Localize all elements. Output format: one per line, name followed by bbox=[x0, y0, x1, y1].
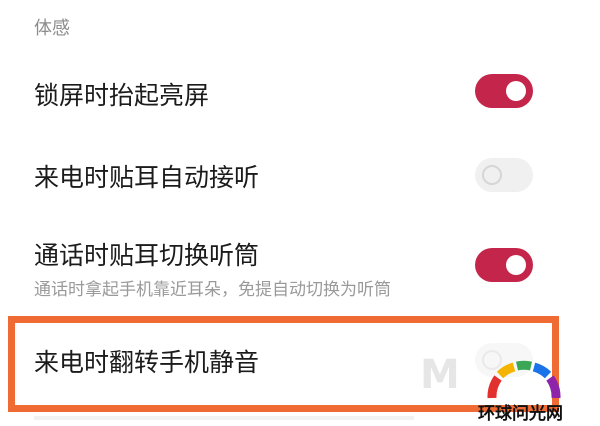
auto-answer-toggle[interactable] bbox=[475, 158, 533, 192]
toggle-knob bbox=[506, 255, 526, 275]
setting-subtitle: 通话时拿起手机靠近耳朵，免提自动切换为听筒 bbox=[34, 280, 391, 300]
watermark-site-name: 环球问光网 bbox=[478, 404, 563, 424]
setting-row-auto-answer[interactable]: 来电时贴耳自动接听 bbox=[0, 142, 600, 212]
toggle-knob bbox=[506, 81, 526, 101]
setting-title: 来电时贴耳自动接听 bbox=[34, 163, 260, 192]
setting-title: 锁屏时抬起亮屏 bbox=[34, 81, 210, 110]
switch-earpiece-toggle[interactable] bbox=[475, 248, 533, 282]
setting-row-raise-to-wake[interactable]: 锁屏时抬起亮屏 bbox=[0, 60, 600, 130]
watermark-letter: M bbox=[420, 352, 460, 398]
setting-title: 通话时贴耳切换听筒 bbox=[34, 241, 260, 270]
toggle-knob bbox=[482, 165, 502, 185]
watermark-logo-icon bbox=[487, 360, 561, 399]
setting-title: 来电时翻转手机静音 bbox=[34, 348, 260, 377]
divider bbox=[34, 416, 414, 420]
section-header: 体感 bbox=[34, 18, 70, 39]
setting-row-switch-earpiece[interactable]: 通话时贴耳切换听筒 通话时拿起手机靠近耳朵，免提自动切换为听筒 bbox=[0, 222, 600, 306]
raise-to-wake-toggle[interactable] bbox=[475, 74, 533, 108]
